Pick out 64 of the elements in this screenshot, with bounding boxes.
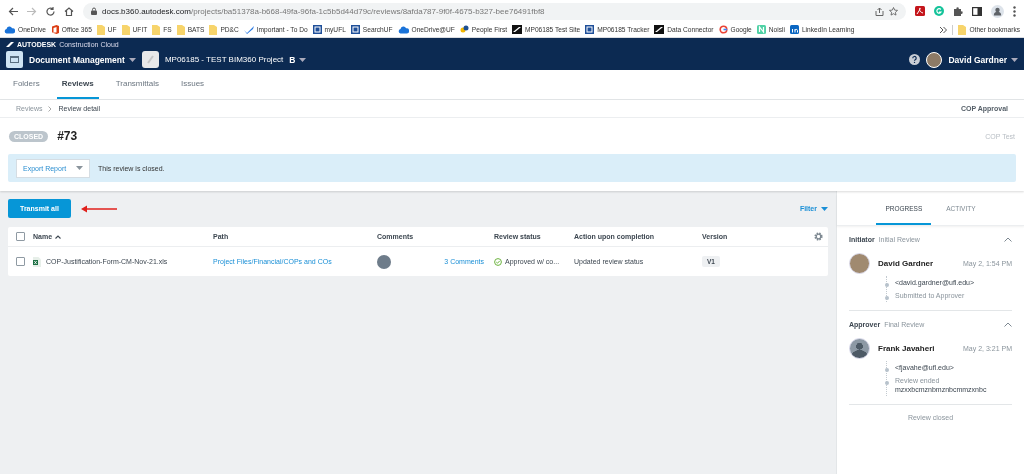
caret-icon [76,166,83,170]
side-panel-icon[interactable] [972,6,982,16]
commenter-avatar [377,254,391,269]
module-icon[interactable] [6,51,23,68]
people-icon [459,25,469,34]
chevron-right-icon [48,105,53,112]
folder-icon [152,24,161,35]
caret-icon [128,57,136,62]
checkmark-icon [243,25,254,34]
chevron-up-icon[interactable] [1004,237,1012,242]
autodesk-logo-icon [6,42,14,47]
project-name[interactable]: MP06185 - TEST BIM360 Project [164,55,284,64]
cloud-icon [397,25,409,34]
folder-icon [176,24,185,35]
sort-ascending-icon [55,234,62,239]
nav-tab[interactable]: Folders [8,70,45,99]
settings-icon[interactable] [813,232,823,241]
noisli-icon [756,25,766,34]
home-icon[interactable] [64,6,74,16]
user-avatar[interactable] [926,51,943,68]
person-name: David Gardner [878,259,934,268]
nav-tab[interactable]: Transmittals [110,70,164,99]
pdf-extension-icon[interactable] [915,6,925,16]
linkedin-icon [789,25,799,34]
review-number: #73 [57,129,78,143]
module-menu[interactable]: Document Management [29,54,136,65]
lock-icon [91,7,97,15]
puzzle-icon[interactable] [953,6,963,16]
caret-icon [1011,57,1018,62]
user-menu[interactable]: David Gardner [948,54,1018,65]
checkbox[interactable] [16,257,25,266]
chevron-up-icon[interactable] [1004,322,1012,327]
folder-icon [209,24,218,35]
spreadsheet-file-icon [33,256,41,267]
uf-logo-icon [350,25,360,34]
caret-icon [299,57,307,62]
autodesk-logo-icon [654,25,665,34]
back-icon[interactable] [8,6,18,16]
project-icon[interactable] [141,51,159,68]
avatar-silhouette [849,338,870,359]
star-icon[interactable] [889,6,898,16]
person-name: Frank Javaheri [878,344,935,353]
reload-icon[interactable] [46,6,55,16]
uf-logo-icon [312,25,322,34]
folder-icon [958,24,967,35]
help-icon[interactable] [909,54,921,65]
checkbox[interactable] [16,232,25,241]
folder-icon [96,24,105,35]
caret-icon [821,206,828,211]
avatar-photo [849,253,870,274]
cloud-icon [4,25,15,34]
check-circle-icon [494,257,502,266]
nav-tab[interactable]: Issues [176,70,210,99]
autodesk-logo-icon [512,25,523,34]
kebab-menu-icon[interactable] [1013,5,1016,17]
share-icon[interactable] [875,6,884,16]
pointer-arrow [80,204,117,213]
google-icon [718,25,728,34]
chevrons-icon[interactable] [940,26,948,33]
office-icon [50,25,59,34]
profile-icon[interactable] [991,4,1004,18]
project-switcher[interactable]: B [289,54,307,65]
folder-icon [121,24,130,35]
uf-logo-icon [585,25,595,34]
